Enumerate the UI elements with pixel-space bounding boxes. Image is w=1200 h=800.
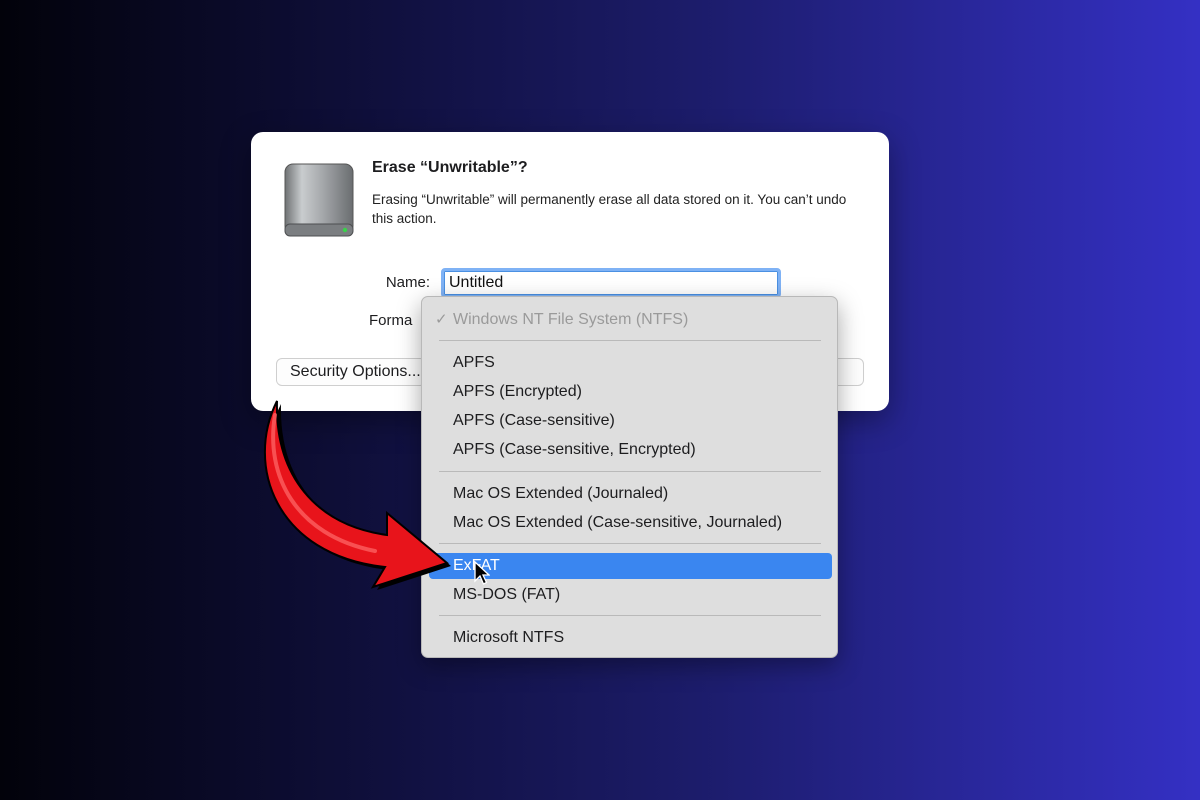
menu-item-current-format: ✓ Windows NT File System (NTFS) — [429, 307, 832, 333]
mouse-pointer-icon — [474, 561, 490, 585]
menu-item-apfs-encrypted[interactable]: APFS (Encrypted) — [429, 379, 832, 405]
name-label: Name: — [385, 274, 430, 291]
menu-separator — [439, 615, 821, 616]
menu-item-apfs-case-sensitive-encrypted[interactable]: APFS (Case-sensitive, Encrypted) — [429, 437, 832, 463]
menu-item-mac-os-extended-case-sensitive[interactable]: Mac OS Extended (Case-sensitive, Journal… — [429, 510, 832, 536]
checkmark-icon: ✓ — [435, 311, 448, 328]
menu-separator — [439, 340, 821, 341]
menu-item-apfs[interactable]: APFS — [429, 350, 832, 376]
security-options-button[interactable]: Security Options... — [276, 358, 426, 386]
format-dropdown-menu: ✓ Windows NT File System (NTFS) APFS APF… — [421, 296, 838, 658]
curved-arrow-icon — [263, 400, 451, 590]
menu-item-microsoft-ntfs[interactable]: Microsoft NTFS — [429, 625, 832, 651]
menu-separator — [439, 471, 821, 472]
menu-item-mac-os-extended-journaled[interactable]: Mac OS Extended (Journaled) — [429, 481, 832, 507]
dialog-title: Erase “Unwritable”? — [372, 159, 528, 176]
dialog-message: Erasing “Unwritable” will permanently er… — [372, 192, 847, 226]
menu-item-label: Windows NT File System (NTFS) — [453, 311, 689, 328]
menu-item-apfs-case-sensitive[interactable]: APFS (Case-sensitive) — [429, 408, 832, 434]
menu-separator — [439, 543, 821, 544]
name-field[interactable] — [441, 268, 781, 298]
external-drive-icon — [284, 163, 354, 237]
format-label: Forma — [369, 312, 413, 329]
